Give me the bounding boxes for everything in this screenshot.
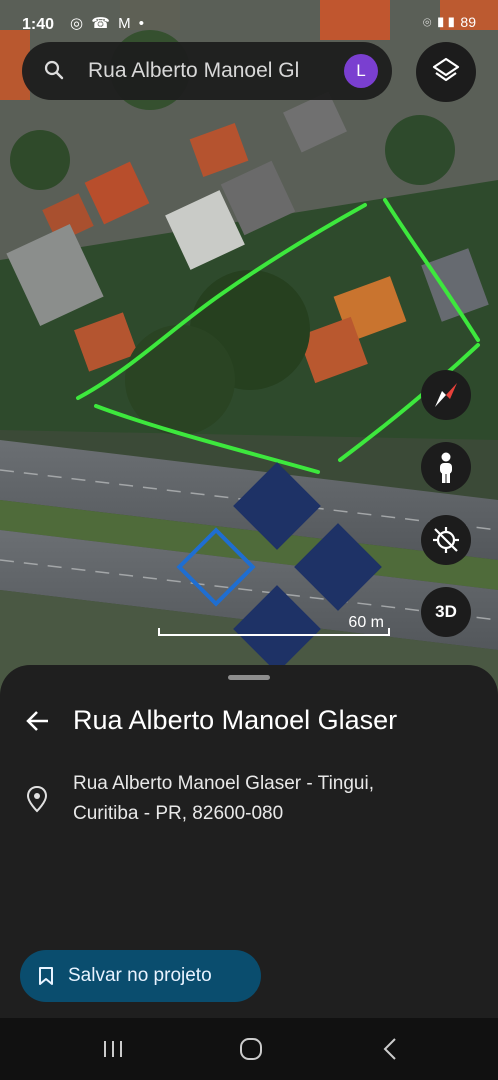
3d-button[interactable]: 3D xyxy=(421,587,471,637)
status-bar: 1:40 ◎ ☎ M • ⌾ ▮▮ 89 xyxy=(0,0,498,44)
recent-apps-icon[interactable] xyxy=(98,1034,128,1064)
back-arrow-icon[interactable] xyxy=(24,707,52,735)
place-title: Rua Alberto Manoel Glaser xyxy=(73,705,398,735)
satellite-map[interactable] xyxy=(0,0,498,700)
status-time: 1:40 xyxy=(22,16,55,33)
back-nav-icon[interactable] xyxy=(376,1034,406,1064)
location-off-icon xyxy=(433,527,459,553)
address-line-1: Rua Alberto Manoel Glaser - Tingui, xyxy=(73,773,374,794)
compass-icon xyxy=(435,383,457,407)
address-line-2: Curitiba - PR, 82600-080 xyxy=(73,803,284,824)
save-label: Salvar no projeto xyxy=(68,965,212,986)
street-view-button[interactable] xyxy=(421,442,471,492)
status-indicators: ⌾ ▮▮ 89 xyxy=(422,14,476,30)
system-nav-bar xyxy=(0,1018,498,1080)
my-location-button[interactable] xyxy=(421,515,471,565)
place-details-sheet: Rua Alberto Manoel Glaser Rua Alberto Ma… xyxy=(0,665,498,1018)
save-to-project-button[interactable]: Salvar no projeto xyxy=(20,950,261,1002)
compass-button[interactable] xyxy=(421,370,471,420)
avatar[interactable]: L xyxy=(344,54,378,88)
scale-label: 60 m xyxy=(348,614,384,631)
pegman-icon xyxy=(440,452,452,483)
notification-icons: ◎ ☎ M • xyxy=(70,15,147,32)
place-address: Rua Alberto Manoel Glaser - Tingui, Curi… xyxy=(73,769,453,829)
scale-bar: 60 m xyxy=(158,612,394,640)
search-query[interactable]: Rua Alberto Manoel Gl xyxy=(88,59,338,83)
layers-icon xyxy=(432,57,460,82)
bookmark-icon xyxy=(39,967,53,985)
location-pin-icon xyxy=(26,785,48,813)
search-bar[interactable]: Rua Alberto Manoel Gl L xyxy=(22,42,392,100)
layers-button[interactable] xyxy=(416,42,476,102)
home-icon[interactable] xyxy=(236,1034,266,1064)
search-icon xyxy=(44,60,64,80)
sheet-drag-handle[interactable] xyxy=(228,675,270,680)
